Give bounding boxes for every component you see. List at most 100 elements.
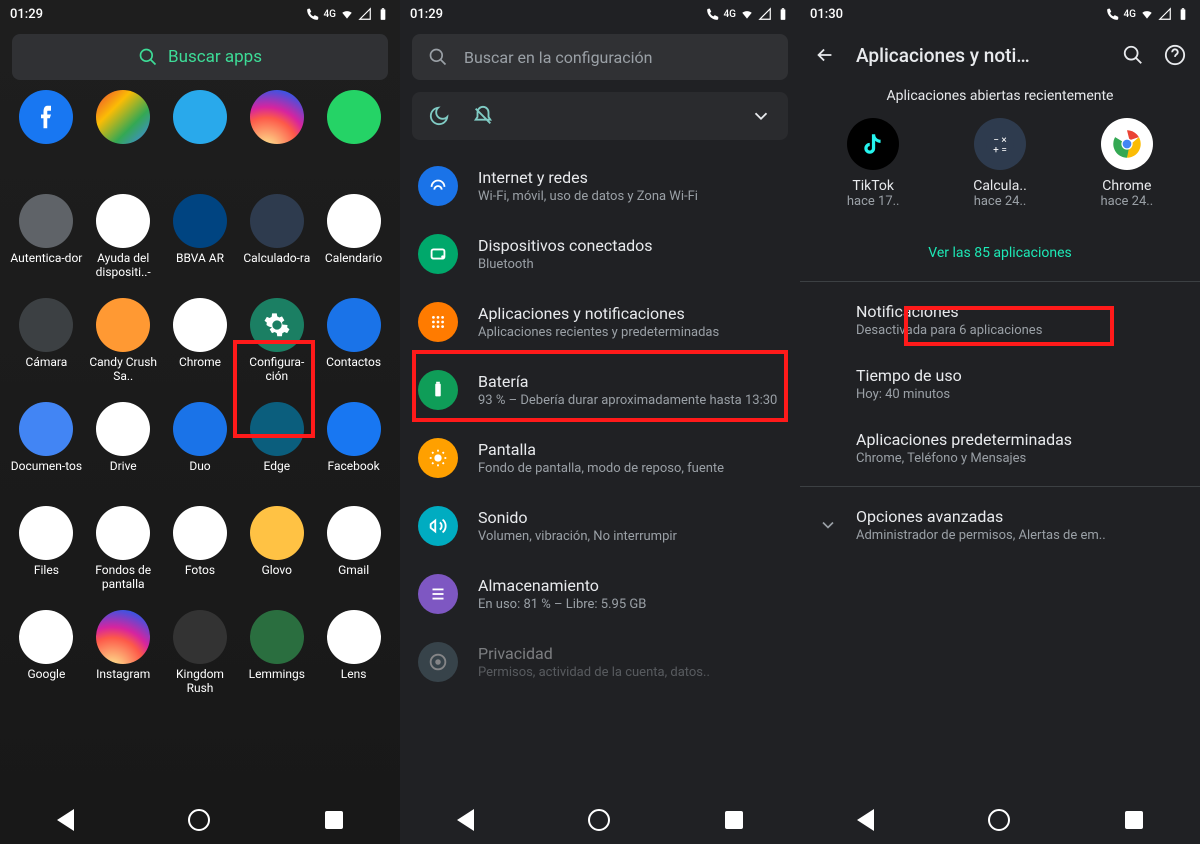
app-lemmings[interactable]: Lemmings [238, 610, 315, 702]
nav-bar [400, 796, 800, 844]
app-icon [173, 194, 227, 248]
apps-setting-opciones-avanzadas[interactable]: Opciones avanzadas Administrador de perm… [800, 493, 1200, 557]
phone-icon [306, 7, 320, 21]
nav-recents[interactable] [1125, 811, 1143, 829]
nav-back[interactable] [857, 809, 874, 831]
back-arrow-icon[interactable] [814, 44, 836, 66]
app-grid: Autentica-dorAyuda del dispositi..-BBVA … [0, 90, 400, 702]
app-label: Chrome [179, 356, 221, 370]
app-configura-ci-n[interactable]: Configura-ción [238, 298, 315, 390]
section-header: Aplicaciones abiertas recientemente [800, 88, 1200, 104]
app-label: Documen-tos [11, 460, 82, 474]
recent-app-chrome[interactable]: Chrome hace 24.. [1101, 118, 1154, 209]
see-all-apps[interactable]: Ver las 85 aplicaciones [800, 231, 1200, 275]
recent-app-time: hace 24.. [1101, 194, 1154, 209]
nav-back[interactable] [457, 809, 474, 831]
help-icon[interactable] [1164, 44, 1186, 66]
status-bar: 01:29 4G [400, 0, 800, 28]
app-google[interactable]: Google [8, 610, 85, 702]
recent-app-tiktok[interactable]: TikTok hace 17.. [847, 118, 900, 209]
settings-row-text: Almacenamiento En uso: 81 % – Libre: 5.9… [478, 576, 782, 612]
app-instagram[interactable]: Instagram [85, 610, 162, 702]
app-ayuda-del-dispositi-[interactable]: Ayuda del dispositi..- [85, 194, 162, 286]
apps-setting-tiempo-de-uso[interactable]: Tiempo de uso Hoy: 40 minutos [800, 352, 1200, 416]
app-fondos-de-pantalla[interactable]: Fondos de pantalla [85, 506, 162, 598]
nav-home[interactable] [588, 809, 610, 831]
app-label: Duo [189, 460, 210, 474]
wifi-icon [1140, 7, 1154, 21]
search-apps[interactable]: Buscar apps [12, 34, 388, 80]
nav-back[interactable] [57, 809, 74, 831]
nav-recents[interactable] [325, 811, 343, 829]
app-calculado-ra[interactable]: Calculado-ra [238, 194, 315, 286]
app-icon [96, 402, 150, 456]
app-drive[interactable]: Drive [85, 402, 162, 494]
battery-icon [776, 7, 790, 21]
apps-setting-notificaciones[interactable]: Notificaciones Desactivada para 6 aplica… [800, 288, 1200, 352]
app-icon [19, 90, 73, 144]
settings-row-pantalla[interactable]: Pantalla Fondo de pantalla, modo de repo… [400, 424, 800, 492]
nav-recents[interactable] [725, 811, 743, 829]
app-files[interactable]: Files [8, 506, 85, 598]
nav-home[interactable] [188, 809, 210, 831]
app-candy-crush-sa-[interactable]: Candy Crush Sa.. [85, 298, 162, 390]
recent-app-calcula..[interactable]: − ×+ = Calcula.. hace 24.. [973, 118, 1027, 209]
settings-row-sonido[interactable]: Sonido Volumen, vibración, No interrumpi… [400, 492, 800, 560]
app-gmail[interactable]: Gmail [315, 506, 392, 598]
settings-search[interactable]: Buscar en la configuración [412, 34, 788, 80]
app-c-mara[interactable]: Cámara [8, 298, 85, 390]
phone-icon [1106, 7, 1120, 21]
status-time: 01:30 [810, 7, 843, 22]
app-row1[interactable] [85, 90, 162, 182]
settings-row-aplicaciones-y-notificaciones[interactable]: Aplicaciones y notificaciones Aplicacion… [400, 288, 800, 356]
app-chrome[interactable]: Chrome [162, 298, 239, 390]
settings-row-text: Dispositivos conectados Bluetooth [478, 236, 782, 272]
app-row4[interactable] [315, 90, 392, 182]
app-icon [19, 506, 73, 560]
app-row3[interactable] [238, 90, 315, 182]
app-icon [96, 506, 150, 560]
settings-row-title: Dispositivos conectados [478, 236, 782, 255]
app-edge[interactable]: Edge [238, 402, 315, 494]
app-duo[interactable]: Duo [162, 402, 239, 494]
settings-row-almacenamiento[interactable]: Almacenamiento En uso: 81 % – Libre: 5.9… [400, 560, 800, 628]
item-desc: Administrador de permisos, Alertas de em… [856, 528, 1178, 543]
recent-app-name: Calcula.. [973, 178, 1027, 194]
settings-row-dispositivos-conectados[interactable]: Dispositivos conectados Bluetooth [400, 220, 800, 288]
settings-row-title: Privacidad [478, 644, 782, 663]
app-label: Glovo [262, 564, 292, 578]
app-documen-tos[interactable]: Documen-tos [8, 402, 85, 494]
app-facebook[interactable]: Facebook [315, 402, 392, 494]
quick-toggles[interactable] [412, 92, 788, 140]
moon-icon[interactable] [428, 105, 450, 127]
app-lens[interactable]: Lens [315, 610, 392, 702]
search-icon[interactable] [1122, 44, 1144, 66]
search-placeholder: Buscar apps [168, 47, 262, 67]
app-calendario[interactable]: Calendario [315, 194, 392, 286]
settings-row-privacidad[interactable]: Privacidad Permisos, actividad de la cue… [400, 628, 800, 696]
see-all-label: Ver las 85 aplicaciones [928, 245, 1072, 261]
chevron-down-icon[interactable] [750, 105, 772, 127]
settings-row-title: Batería [478, 372, 782, 391]
app-label: Configura-ción [241, 356, 313, 384]
settings-row-desc: Aplicaciones recientes y predeterminadas [478, 325, 782, 340]
app-autentica-dor[interactable]: Autentica-dor [8, 194, 85, 286]
settings-row-internet-y-redes[interactable]: Internet y redes Wi-Fi, móvil, uso de da… [400, 152, 800, 220]
settings-row-desc: Volumen, vibración, No interrumpir [478, 529, 782, 544]
app-label: Lens [341, 668, 367, 682]
nav-home[interactable] [988, 809, 1010, 831]
app-row0[interactable] [8, 90, 85, 182]
app-icon [327, 506, 381, 560]
item-title: Aplicaciones predeterminadas [856, 430, 1178, 449]
app-kingdom-rush[interactable]: Kingdom Rush [162, 610, 239, 702]
app-row2[interactable] [162, 90, 239, 182]
app-bbva-ar[interactable]: BBVA AR [162, 194, 239, 286]
app-contactos[interactable]: Contactos [315, 298, 392, 390]
app-fotos[interactable]: Fotos [162, 506, 239, 598]
divider [800, 281, 1200, 282]
settings-row-icon [418, 370, 458, 410]
settings-row-bater-a[interactable]: Batería 93 % – Debería durar aproximadam… [400, 356, 800, 424]
app-glovo[interactable]: Glovo [238, 506, 315, 598]
apps-setting-aplicaciones-predeterminadas[interactable]: Aplicaciones predeterminadas Chrome, Tel… [800, 416, 1200, 480]
bell-off-icon[interactable] [472, 105, 494, 127]
